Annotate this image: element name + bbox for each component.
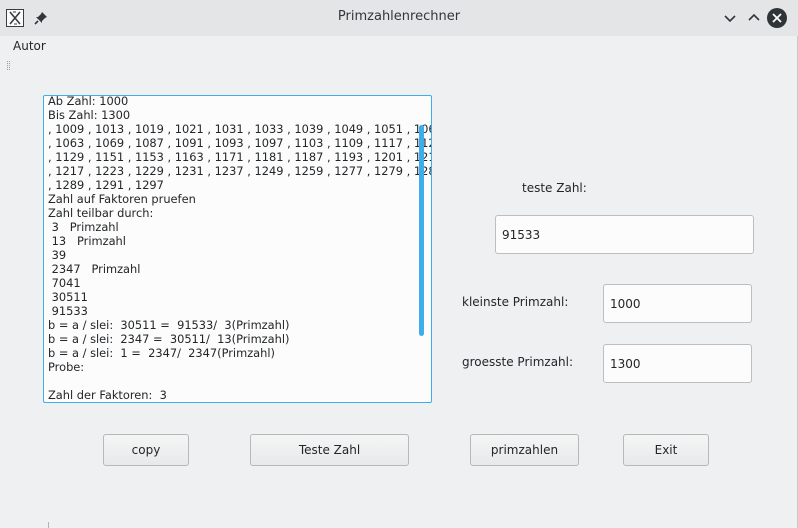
output-line: b = a / slei: 30511 = 91533/ 3(Primzahl) — [48, 318, 290, 332]
window-title: Primzahlenrechner — [337, 9, 461, 24]
maximize-icon[interactable] — [744, 8, 764, 28]
test-number-input[interactable]: 91533 — [495, 215, 754, 254]
output-line: Probe: — [48, 360, 85, 374]
output-line: , 1063 , 1069 , 1087 , 1091 , 1093 , 109… — [48, 136, 432, 150]
output-line: , 1009 , 1013 , 1019 , 1021 , 1031 , 103… — [48, 122, 432, 136]
minimize-icon[interactable] — [720, 8, 740, 28]
app-window: Primzahlenrechner Autor Ab Zahl: 1000 Bis… — [0, 0, 798, 528]
max-prime-label: groesste Primzahl: — [462, 355, 574, 369]
output-text: Ab Zahl: 1000 Bis Zahl: 1300, 1009 , 1013… — [48, 95, 432, 402]
output-line: Zahl teilbar durch: — [48, 206, 154, 220]
min-prime-input[interactable]: 1000 — [603, 284, 752, 323]
output-line: 3 Primzahl — [48, 220, 119, 234]
toolbar-grip[interactable] — [7, 61, 10, 70]
output-textarea[interactable]: Ab Zahl: 1000 Bis Zahl: 1300, 1009 , 1013… — [43, 95, 432, 403]
primes-button[interactable]: primzahlen — [470, 434, 579, 466]
copy-button[interactable]: copy — [103, 434, 189, 466]
output-line: , 1289 , 1291 , 1297 — [48, 178, 164, 192]
close-icon[interactable] — [767, 8, 787, 28]
output-line: 2347 Primzahl — [48, 262, 141, 276]
output-line: b = a / slei: 1 = 2347/ 2347(Primzahl) — [48, 346, 275, 360]
output-line: b = a / slei: 2347 = 30511/ 13(Primzahl) — [48, 332, 290, 346]
output-line: 91533 — [48, 304, 88, 318]
menu-autor[interactable]: Autor — [13, 39, 46, 53]
menu-bar: Autor — [0, 36, 798, 57]
title-bar[interactable]: Primzahlenrechner — [0, 0, 798, 36]
output-line: 30511 — [48, 290, 88, 304]
output-line: Zahl auf Faktoren pruefen — [48, 192, 196, 206]
exit-button[interactable]: Exit — [623, 434, 709, 466]
min-prime-label: kleinste Primzahl: — [462, 295, 569, 309]
output-scrollbar[interactable] — [419, 125, 424, 336]
output-line: Bis Zahl: 1300 — [48, 108, 131, 122]
max-prime-input[interactable]: 1300 — [603, 344, 752, 383]
output-line: 39 — [48, 248, 67, 262]
test-number-label: teste Zahl: — [522, 181, 587, 195]
output-line: , 1129 , 1151 , 1153 , 1163 , 1171 , 118… — [48, 150, 432, 164]
status-divider — [48, 522, 49, 528]
output-line: 7041 — [48, 276, 81, 290]
test-number-button[interactable]: Teste Zahl — [250, 434, 409, 466]
output-line: 13 Primzahl — [48, 234, 126, 248]
output-line: Ab Zahl: 1000 — [48, 95, 129, 108]
output-line: Zahl der Faktoren: 3 — [48, 388, 167, 402]
output-line: , 1217 , 1223 , 1229 , 1231 , 1237 , 124… — [48, 164, 432, 178]
